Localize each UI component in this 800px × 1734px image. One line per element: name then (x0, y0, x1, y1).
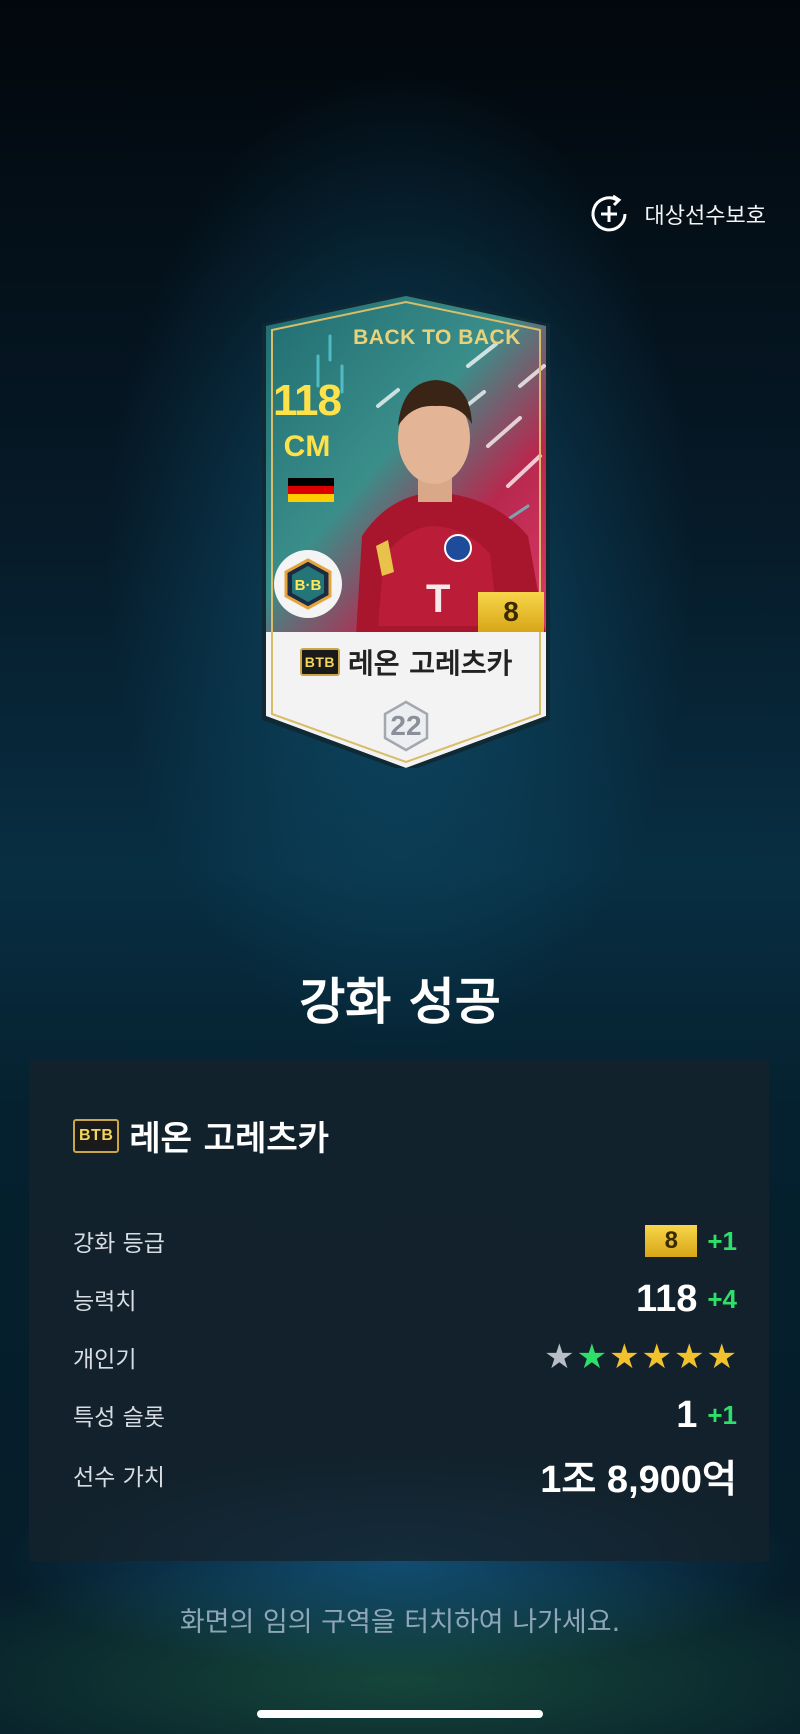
star-icon: ★ (576, 1337, 608, 1377)
row-value: 8 +1 (645, 1225, 737, 1257)
row-label: 능력치 (73, 1289, 137, 1315)
grade-chip: 8 (645, 1225, 698, 1257)
row-label: 개인기 (73, 1347, 137, 1373)
card-level-number: 22 (390, 710, 422, 741)
row-value: 118 +4 (636, 1278, 737, 1321)
ability-delta: +4 (707, 1283, 737, 1314)
player-card[interactable]: T BACK TO BACK 118 CM B·B 8 BTB 레온 고레츠카 … (258, 296, 554, 768)
player-value: 1조 8,900억 (540, 1458, 737, 1501)
card-player-name: 레온 고레츠카 (347, 647, 513, 680)
ability-value: 118 (636, 1277, 698, 1320)
card-position: CM (283, 430, 331, 463)
row-value: 1 +1 (676, 1394, 737, 1437)
star-icon: ★ (544, 1337, 575, 1377)
row-skill-moves: 개인기 ★ ★ ★ ★ ★ ★ (73, 1337, 737, 1377)
skill-stars: ★ ★ ★ ★ ★ ★ (544, 1340, 737, 1374)
protect-player-button[interactable]: 대상선수보호 (587, 192, 766, 236)
row-label: 특성 슬롯 (73, 1405, 165, 1431)
season-tag-icon: BTB (299, 648, 340, 676)
card-level-badge: 22 (382, 700, 430, 752)
star-icon: ★ (674, 1337, 705, 1377)
club-badge-icon: B·B (274, 550, 342, 618)
card-player-name-row: BTB 레온 고레츠카 (268, 642, 544, 682)
trait-delta: +1 (707, 1399, 737, 1430)
trait-value: 1 (676, 1393, 698, 1436)
svg-text:T: T (426, 577, 450, 621)
row-player-value: 선수 가치 1조 8,900억 (73, 1455, 737, 1501)
card-grade-badge: 8 (478, 592, 544, 632)
panel-player-name: 레온 고레츠카 (129, 1119, 329, 1159)
protect-label: 대상선수보호 (644, 204, 766, 229)
row-label: 선수 가치 (73, 1465, 165, 1491)
row-label: 강화 등급 (73, 1231, 165, 1257)
add-protect-icon (591, 194, 627, 232)
card-frame: T (262, 296, 550, 768)
panel-player-name-row: BTB 레온 고레츠카 (73, 1111, 329, 1160)
germany-flag-icon (288, 478, 334, 502)
enhance-result-title: 강화 성공 (299, 973, 501, 1031)
row-trait-slot: 특성 슬롯 1 +1 (73, 1394, 737, 1437)
star-icon: ★ (609, 1337, 640, 1377)
svg-text:B·B: B·B (295, 577, 322, 594)
season-tag-icon: BTB (73, 1118, 120, 1153)
home-indicator[interactable] (257, 1710, 543, 1718)
star-icon: ★ (706, 1337, 737, 1377)
row-ability: 능력치 118 +4 (73, 1278, 737, 1321)
grade-delta: +1 (707, 1225, 737, 1256)
enhance-result-panel: BTB 레온 고레츠카 강화 등급 8 +1 능력치 118 +4 개인기 ★ … (29, 1059, 769, 1561)
card-ovr: 118 (273, 376, 342, 425)
card-season-name: BACK TO BACK (353, 326, 521, 349)
exit-hint[interactable]: 화면의 임의 구역을 터치하여 나가세요. (0, 1600, 800, 1639)
star-icon: ★ (641, 1337, 673, 1377)
row-enhance-grade: 강화 등급 8 +1 (73, 1221, 737, 1261)
